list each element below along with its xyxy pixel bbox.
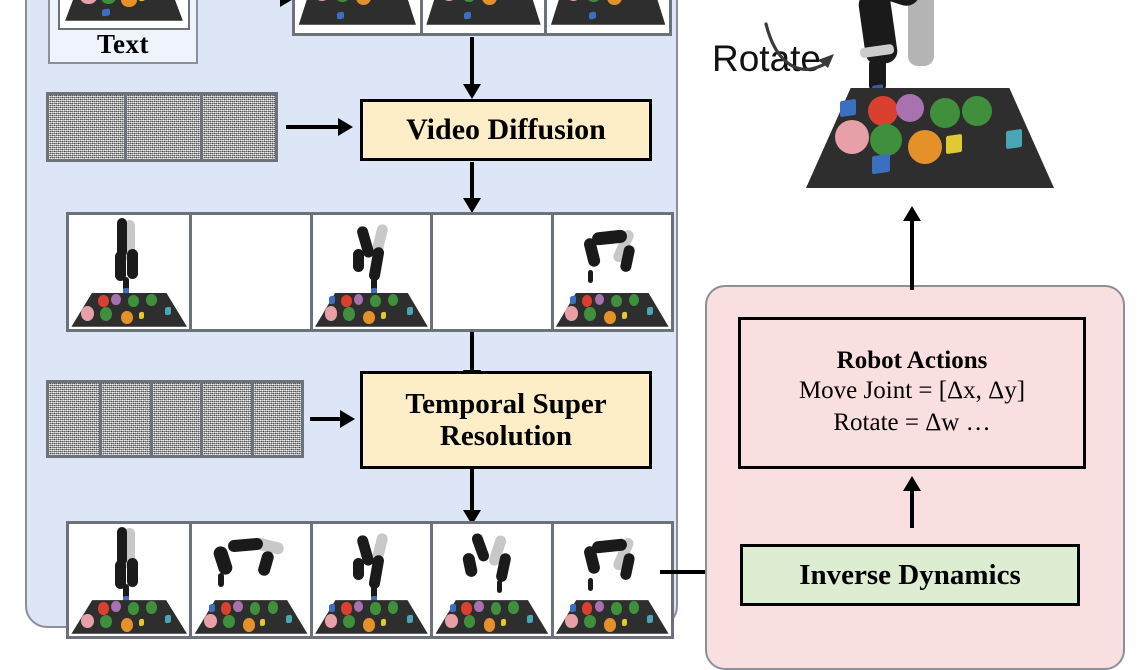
video-diffusion-box[interactable]: Video Diffusion bbox=[360, 99, 652, 161]
yellow-cube bbox=[946, 133, 962, 155]
noise-frames-strip-top bbox=[46, 92, 278, 162]
sparse-frames-strip bbox=[66, 212, 674, 332]
dense-frame bbox=[309, 524, 431, 636]
tsr-label-line1: Temporal Super bbox=[405, 387, 607, 420]
green-bowl-2 bbox=[962, 96, 992, 126]
arrow-actions-to-scene-line bbox=[910, 218, 914, 290]
inverse-dynamics-box[interactable]: Inverse Dynamics bbox=[740, 544, 1080, 606]
conditioning-frames-strip bbox=[292, 0, 672, 36]
arrow-diffusion-to-sparse-head bbox=[463, 198, 481, 213]
noise-frame bbox=[149, 383, 201, 455]
noise-frame bbox=[200, 383, 251, 455]
conditioning-frame bbox=[544, 0, 669, 33]
teal-cube bbox=[1006, 128, 1022, 150]
arrow-noise-to-diffusion-head bbox=[338, 118, 353, 136]
robot-actions-title: Robot Actions bbox=[836, 346, 988, 374]
conditioning-frame bbox=[419, 0, 545, 33]
dense-frame bbox=[69, 524, 190, 636]
text-card-label: Text bbox=[96, 29, 149, 59]
noise-frame bbox=[99, 383, 150, 455]
red-bowl bbox=[868, 96, 898, 126]
rotate-curved-arrow-icon bbox=[764, 22, 834, 71]
arrow-cond-to-diffusion-head bbox=[463, 84, 481, 99]
robot-arm-segment-upper-ghost bbox=[908, 0, 934, 66]
arrow-noise5-to-tsr-line bbox=[310, 417, 342, 421]
dense-frame bbox=[189, 524, 310, 636]
video-diffusion-label: Video Diffusion bbox=[406, 113, 606, 147]
sparse-frame-filled bbox=[309, 215, 431, 329]
noise-frame bbox=[199, 95, 275, 159]
green-bowl-3 bbox=[870, 124, 902, 156]
temporal-super-resolution-box[interactable]: Temporal Super Resolution bbox=[360, 371, 652, 469]
green-bowl-1 bbox=[930, 98, 960, 128]
scene-thumbnail bbox=[60, 0, 188, 28]
noise-frame bbox=[49, 383, 100, 455]
robot-actions-line2: Rotate = Δw … bbox=[833, 409, 991, 437]
dense-frames-strip bbox=[66, 521, 674, 639]
noise-frame bbox=[250, 383, 301, 455]
conditioning-thumbnail bbox=[58, 0, 190, 30]
sparse-frame-filled bbox=[550, 215, 671, 329]
blue-cube-1 bbox=[840, 98, 856, 118]
noise-frame bbox=[124, 95, 200, 159]
text-conditioning-card: Text bbox=[48, 0, 198, 64]
arrow-diffusion-to-sparse-line bbox=[470, 162, 474, 202]
dense-frame bbox=[550, 524, 671, 636]
blue-cube-2 bbox=[872, 153, 890, 175]
arrow-actions-to-scene-head bbox=[903, 206, 921, 221]
arrow-noise5-to-tsr-head bbox=[340, 410, 355, 428]
conditioning-frame bbox=[295, 0, 420, 33]
sparse-frame-blank bbox=[430, 215, 551, 329]
arrow-invdyn-to-actions-line bbox=[910, 486, 914, 528]
arrow-sparse-to-tsr-line bbox=[470, 332, 474, 374]
pink-bowl bbox=[835, 120, 869, 154]
robot-actions-line1: Move Joint = [Δx, Δy] bbox=[798, 377, 1026, 405]
dense-frame bbox=[430, 524, 551, 636]
arrow-noise-to-diffusion-line bbox=[286, 125, 340, 129]
noise-frame bbox=[49, 95, 125, 159]
sparse-frame-blank bbox=[189, 215, 310, 329]
inverse-dynamics-label: Inverse Dynamics bbox=[799, 558, 1021, 591]
sparse-frame-filled bbox=[69, 215, 190, 329]
orange-bowl bbox=[908, 130, 942, 164]
robot-actions-box: Robot Actions Move Joint = [Δx, Δy] Rota… bbox=[738, 317, 1086, 469]
arrow-cond-to-diffusion-line bbox=[470, 37, 474, 87]
tsr-label-line2: Resolution bbox=[439, 420, 573, 452]
noise-frames-strip-bottom bbox=[46, 380, 304, 458]
arrow-invdyn-to-actions-head bbox=[903, 476, 921, 491]
purple-bowl bbox=[896, 94, 924, 122]
arrow-tsr-to-dense-line bbox=[470, 469, 474, 513]
